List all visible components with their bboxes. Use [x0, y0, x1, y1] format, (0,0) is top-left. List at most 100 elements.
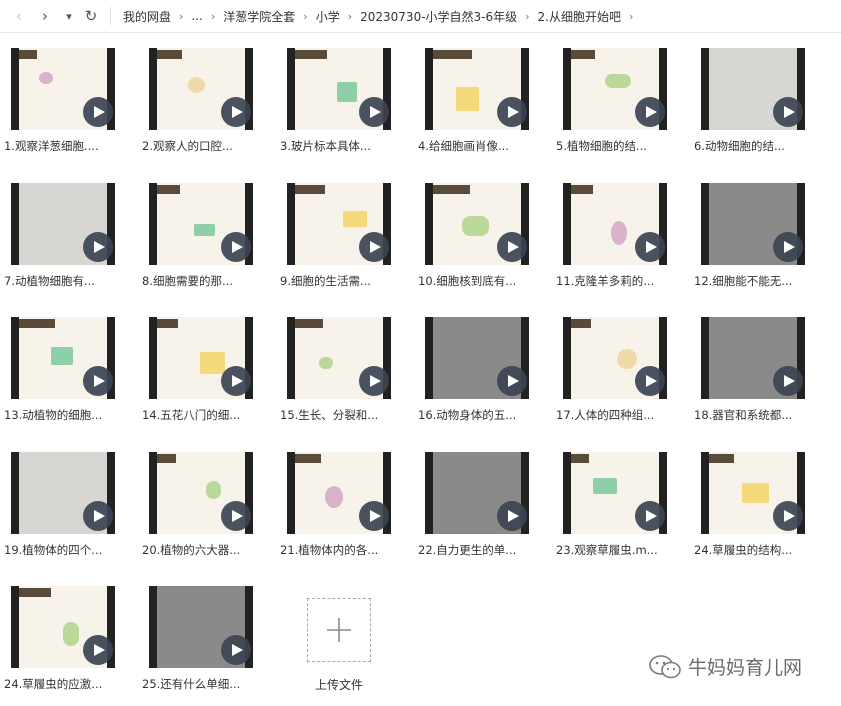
- file-name[interactable]: 4.给细胞画肖像...: [418, 138, 538, 154]
- file-name[interactable]: 25.还有什么单细...: [142, 676, 262, 692]
- play-icon[interactable]: [83, 501, 113, 531]
- file-item[interactable]: 17.人体的四种组...: [552, 317, 682, 437]
- play-icon[interactable]: [773, 97, 803, 127]
- file-item[interactable]: 23.观察草履虫.m...: [552, 452, 682, 572]
- video-thumbnail[interactable]: [701, 452, 805, 534]
- video-thumbnail[interactable]: [149, 452, 253, 534]
- file-item[interactable]: 2.观察人的口腔...: [138, 48, 268, 168]
- file-name[interactable]: 13.动植物的细胞...: [4, 407, 124, 423]
- file-item[interactable]: 12.细胞能不能无...: [690, 183, 820, 303]
- file-item[interactable]: 9.细胞的生活需...: [276, 183, 406, 303]
- video-thumbnail[interactable]: [149, 183, 253, 265]
- play-icon[interactable]: [83, 232, 113, 262]
- breadcrumb-item[interactable]: 小学: [310, 8, 346, 25]
- video-thumbnail[interactable]: [11, 48, 115, 130]
- video-thumbnail[interactable]: [11, 586, 115, 668]
- file-name[interactable]: 18.器官和系统都...: [694, 407, 814, 423]
- video-thumbnail[interactable]: [701, 48, 805, 130]
- file-item[interactable]: 6.动物细胞的结...: [690, 48, 820, 168]
- breadcrumb-item[interactable]: 洋葱学院全套: [217, 8, 301, 25]
- breadcrumb-item[interactable]: ...: [185, 9, 208, 23]
- file-item[interactable]: 11.克隆羊多莉的...: [552, 183, 682, 303]
- file-item[interactable]: 21.植物体内的各...: [276, 452, 406, 572]
- file-item[interactable]: 24.草履虫的结构...: [690, 452, 820, 572]
- video-thumbnail[interactable]: [149, 48, 253, 130]
- play-icon[interactable]: [635, 366, 665, 396]
- file-item[interactable]: 19.植物体的四个...: [0, 452, 130, 572]
- file-item[interactable]: 3.玻片标本具体...: [276, 48, 406, 168]
- play-icon[interactable]: [773, 232, 803, 262]
- play-icon[interactable]: [83, 635, 113, 665]
- video-thumbnail[interactable]: [11, 452, 115, 534]
- play-icon[interactable]: [221, 366, 251, 396]
- play-icon[interactable]: [359, 366, 389, 396]
- file-name[interactable]: 16.动物身体的五...: [418, 407, 538, 423]
- file-item[interactable]: 15.生长、分裂和...: [276, 317, 406, 437]
- play-icon[interactable]: [635, 97, 665, 127]
- file-item[interactable]: 24.草履虫的应激...: [0, 586, 130, 706]
- file-name[interactable]: 17.人体的四种组...: [556, 407, 676, 423]
- file-name[interactable]: 2.观察人的口腔...: [142, 138, 262, 154]
- play-icon[interactable]: [359, 232, 389, 262]
- file-name[interactable]: 21.植物体内的各...: [280, 542, 400, 558]
- video-thumbnail[interactable]: [287, 452, 391, 534]
- file-item[interactable]: 16.动物身体的五...: [414, 317, 544, 437]
- play-icon[interactable]: [359, 97, 389, 127]
- video-thumbnail[interactable]: [563, 317, 667, 399]
- file-name[interactable]: 24.草履虫的结构...: [694, 542, 814, 558]
- play-icon[interactable]: [221, 501, 251, 531]
- play-icon[interactable]: [83, 97, 113, 127]
- history-dropdown-button[interactable]: ▾: [58, 5, 80, 27]
- play-icon[interactable]: [83, 366, 113, 396]
- file-name[interactable]: 23.观察草履虫.m...: [556, 542, 676, 558]
- file-item[interactable]: 1.观察洋葱细胞....: [0, 48, 130, 168]
- file-name[interactable]: 3.玻片标本具体...: [280, 138, 400, 154]
- back-button[interactable]: ‹: [8, 5, 30, 27]
- play-icon[interactable]: [221, 635, 251, 665]
- video-thumbnail[interactable]: [425, 452, 529, 534]
- file-name[interactable]: 12.细胞能不能无...: [694, 273, 814, 289]
- breadcrumb-item[interactable]: 我的网盘: [117, 8, 177, 25]
- file-item[interactable]: 8.细胞需要的那...: [138, 183, 268, 303]
- file-name[interactable]: 6.动物细胞的结...: [694, 138, 814, 154]
- file-name[interactable]: 9.细胞的生活需...: [280, 273, 400, 289]
- file-item[interactable]: 5.植物细胞的结...: [552, 48, 682, 168]
- upload-file-button[interactable]: [307, 598, 371, 662]
- forward-button[interactable]: ›: [34, 5, 56, 27]
- file-name[interactable]: 19.植物体的四个...: [4, 542, 124, 558]
- play-icon[interactable]: [221, 232, 251, 262]
- video-thumbnail[interactable]: [287, 183, 391, 265]
- play-icon[interactable]: [497, 232, 527, 262]
- video-thumbnail[interactable]: [425, 48, 529, 130]
- play-icon[interactable]: [497, 366, 527, 396]
- file-item[interactable]: 7.动植物细胞有...: [0, 183, 130, 303]
- play-icon[interactable]: [221, 97, 251, 127]
- video-thumbnail[interactable]: [425, 183, 529, 265]
- file-item[interactable]: 10.细胞核到底有...: [414, 183, 544, 303]
- video-thumbnail[interactable]: [563, 48, 667, 130]
- file-item[interactable]: 22.自力更生的单...: [414, 452, 544, 572]
- file-name[interactable]: 14.五花八门的细...: [142, 407, 262, 423]
- file-name[interactable]: 10.细胞核到底有...: [418, 273, 538, 289]
- file-item[interactable]: 25.还有什么单细...: [138, 586, 268, 706]
- file-name[interactable]: 22.自力更生的单...: [418, 542, 538, 558]
- play-icon[interactable]: [773, 501, 803, 531]
- video-thumbnail[interactable]: [563, 452, 667, 534]
- play-icon[interactable]: [359, 501, 389, 531]
- file-name[interactable]: 11.克隆羊多莉的...: [556, 273, 676, 289]
- video-thumbnail[interactable]: [701, 183, 805, 265]
- file-name[interactable]: 15.生长、分裂和...: [280, 407, 400, 423]
- video-thumbnail[interactable]: [701, 317, 805, 399]
- play-icon[interactable]: [497, 97, 527, 127]
- file-item[interactable]: 14.五花八门的细...: [138, 317, 268, 437]
- file-item[interactable]: 20.植物的六大器...: [138, 452, 268, 572]
- video-thumbnail[interactable]: [11, 317, 115, 399]
- file-name[interactable]: 5.植物细胞的结...: [556, 138, 676, 154]
- file-name[interactable]: 1.观察洋葱细胞....: [4, 138, 124, 154]
- file-name[interactable]: 20.植物的六大器...: [142, 542, 262, 558]
- refresh-button[interactable]: ↻: [80, 5, 102, 27]
- file-item[interactable]: 4.给细胞画肖像...: [414, 48, 544, 168]
- video-thumbnail[interactable]: [149, 317, 253, 399]
- breadcrumb-item[interactable]: 2.从细胞开始吧: [532, 8, 627, 25]
- video-thumbnail[interactable]: [287, 317, 391, 399]
